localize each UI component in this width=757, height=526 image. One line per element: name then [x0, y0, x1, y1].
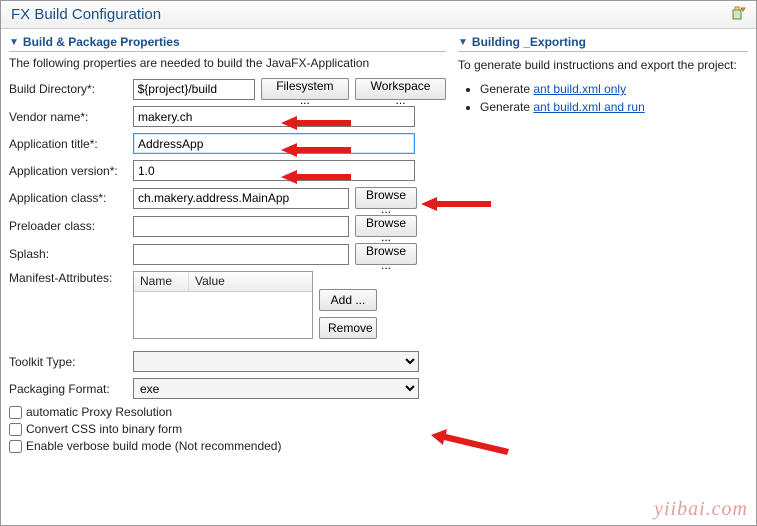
add-attribute-button[interactable]: Add ... — [319, 289, 377, 311]
label-app-title: Application title*: — [9, 137, 127, 151]
convert-css-checkbox[interactable] — [9, 423, 22, 436]
label-manifest: Manifest-Attributes: — [9, 271, 127, 285]
section-header-exporting: ▼ Building _Exporting — [458, 35, 748, 52]
gen-only-prefix: Generate — [480, 82, 533, 96]
browse-splash-button[interactable]: Browse ... — [355, 243, 417, 265]
toolkit-select[interactable] — [133, 351, 419, 372]
verbose-label: Enable verbose build mode (Not recommend… — [26, 439, 281, 453]
workspace-button[interactable]: Workspace ... — [355, 78, 446, 100]
label-packaging: Packaging Format: — [9, 382, 127, 396]
section-header-build: ▼ Build & Package Properties — [9, 35, 446, 52]
auto-proxy-label: automatic Proxy Resolution — [26, 405, 172, 419]
filesystem-button[interactable]: Filesystem ... — [261, 78, 349, 100]
building-exporting-panel: ▼ Building _Exporting To generate build … — [458, 35, 748, 456]
build-dir-input[interactable] — [133, 79, 255, 100]
remove-attribute-button[interactable]: Remove — [319, 317, 377, 339]
page-title: FX Build Configuration — [11, 6, 161, 23]
collapse-icon[interactable]: ▼ — [458, 37, 468, 48]
col-header-name: Name — [134, 272, 189, 291]
gen-run-prefix: Generate — [480, 100, 533, 114]
app-class-input[interactable] — [133, 188, 349, 209]
intro-text: The following properties are needed to b… — [9, 56, 446, 70]
label-preloader: Preloader class: — [9, 219, 127, 233]
col-header-value: Value — [189, 272, 312, 291]
label-splash: Splash: — [9, 247, 127, 261]
ant-build-only-link[interactable]: ant build.xml only — [533, 82, 626, 96]
watermark: yiibai.com — [654, 498, 748, 521]
label-vendor: Vendor name*: — [9, 110, 127, 124]
convert-css-label: Convert CSS into binary form — [26, 422, 182, 436]
list-item: Generate ant build.xml only — [480, 82, 748, 96]
app-version-input[interactable] — [133, 160, 415, 181]
section-title-build: Build & Package Properties — [23, 35, 180, 49]
label-app-class: Application class*: — [9, 191, 127, 205]
auto-proxy-checkbox[interactable] — [9, 406, 22, 419]
exporting-intro: To generate build instructions and expor… — [458, 58, 748, 72]
label-toolkit: Toolkit Type: — [9, 355, 127, 369]
build-properties-panel: ▼ Build & Package Properties The followi… — [9, 35, 446, 456]
list-item: Generate ant build.xml and run — [480, 100, 748, 114]
app-title-input[interactable] — [133, 133, 415, 154]
browse-preloader-button[interactable]: Browse ... — [355, 215, 417, 237]
verbose-checkbox[interactable] — [9, 440, 22, 453]
label-app-version: Application version*: — [9, 164, 127, 178]
collapse-icon[interactable]: ▼ — [9, 37, 19, 48]
export-icon[interactable] — [730, 5, 746, 24]
manifest-attributes-table[interactable]: Name Value — [133, 271, 313, 339]
section-title-exporting: Building _Exporting — [472, 35, 586, 49]
page-header: FX Build Configuration — [1, 1, 756, 29]
ant-build-run-link[interactable]: ant build.xml and run — [533, 100, 644, 114]
label-build-dir: Build Directory*: — [9, 82, 127, 96]
vendor-input[interactable] — [133, 106, 415, 127]
preloader-input[interactable] — [133, 216, 349, 237]
packaging-select[interactable]: exe — [133, 378, 419, 399]
browse-app-class-button[interactable]: Browse ... — [355, 187, 417, 209]
splash-input[interactable] — [133, 244, 349, 265]
